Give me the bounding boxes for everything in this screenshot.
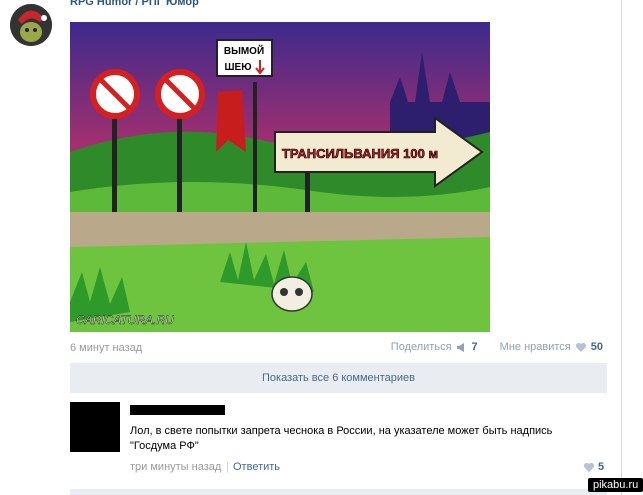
comment-reply-link[interactable]: Ответить [233,461,280,473]
post-image[interactable]: ВЫМОЙ ШЕЮ ТРАНСИЛЬВАНИЯ 100 м CARICATURA… [70,22,490,332]
like-button[interactable]: Мне нравится [500,341,571,353]
image-credit: CARICATURA.RU [76,313,174,327]
share-count: 7 [471,341,478,353]
comment-like-count: 5 [598,461,605,473]
share-button[interactable]: Поделиться [391,341,452,353]
show-all-comments-button[interactable]: Показать все 6 комментариев [70,363,607,393]
post-time-link[interactable]: 6 минут назад [70,342,142,354]
comment-time-link[interactable]: три минуты назад [130,461,221,473]
wash-sign-text-bottom: ШЕЮ [224,62,251,73]
group-name-link[interactable]: RPG Humor / РПГ Юмор [70,0,199,8]
comment-text: Лол, в свете попытки запрета чеснока в Р… [130,424,590,454]
comment-text-line-1: Лол, в свете попытки запрета чеснока в Р… [130,425,553,437]
comment-like-button[interactable]: 5 [583,461,604,473]
heart-icon [583,461,595,473]
heart-icon[interactable] [575,341,587,353]
comment-text-line-2: "Госдума РФ" [130,440,199,452]
wash-sign-text-top: ВЫМОЙ [224,44,264,57]
comment-author-avatar[interactable] [70,402,120,452]
comment-separator: | [226,461,229,473]
group-avatar[interactable] [10,4,52,46]
comment-author-name[interactable] [130,405,225,415]
transylvania-arrow-text: ТРАНСИЛЬВАНИЯ 100 м [282,146,438,161]
page-divider [621,0,622,495]
megaphone-icon[interactable] [456,341,468,353]
post-actions: Поделиться 7 Мне нравится 50 [391,341,603,353]
next-comment-bar [70,489,607,495]
like-count: 50 [590,341,603,353]
pikabu-watermark: pikabu.ru [588,478,643,492]
